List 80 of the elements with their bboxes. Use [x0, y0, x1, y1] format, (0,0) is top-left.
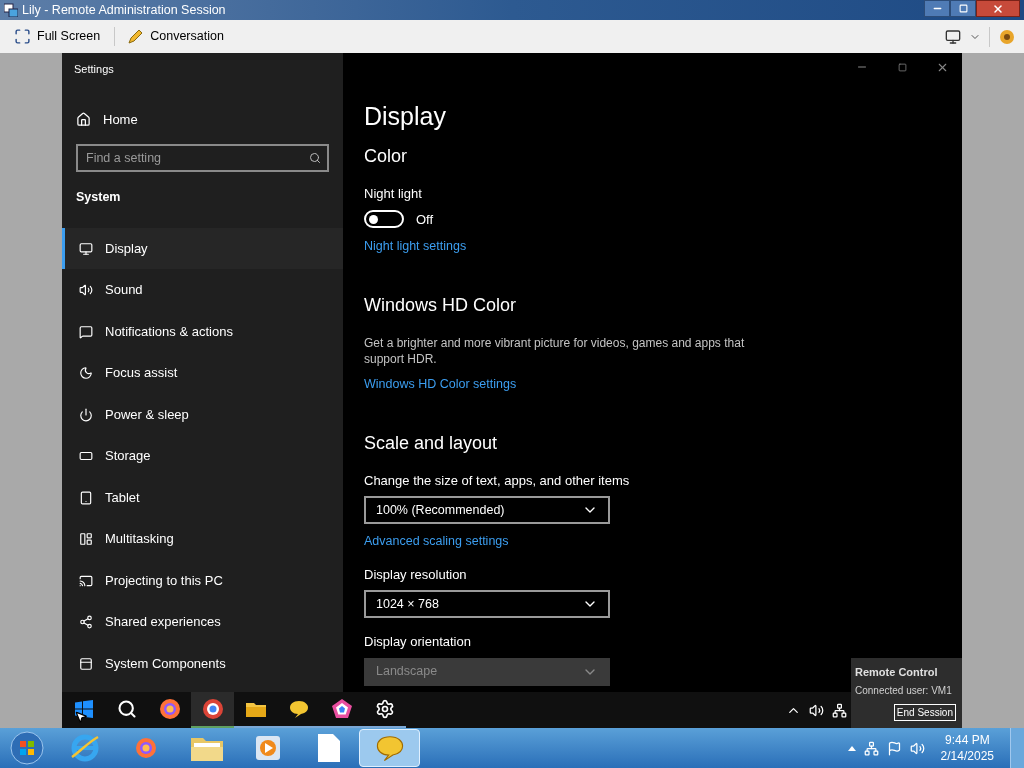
maximize-button[interactable]	[950, 0, 976, 17]
connected-user-text: Connected user: VM1	[855, 683, 953, 698]
pentagon-icon	[330, 698, 353, 720]
clock[interactable]: 9:44 PM 2/14/2025	[932, 732, 1002, 764]
share-icon	[79, 615, 93, 629]
windows-logo-icon	[74, 700, 93, 718]
caret-up-icon[interactable]	[847, 745, 856, 751]
home-nav-item[interactable]: Home	[62, 109, 138, 129]
minimize-button[interactable]	[924, 0, 950, 17]
settings-title: Settings	[73, 62, 115, 77]
settings-link[interactable]: Windows HD Color settings	[364, 374, 517, 394]
windows-orb-icon	[10, 731, 44, 765]
setting-label: Change the size of text, apps, and other items	[364, 471, 631, 490]
document-icon	[317, 734, 340, 762]
nav-item[interactable]: Shared experiences	[62, 601, 343, 643]
nav-item[interactable]: Display	[62, 227, 343, 270]
toggle-state: Off	[416, 210, 434, 229]
panel-icon	[79, 656, 93, 671]
clock-date: 2/14/2025	[940, 748, 994, 764]
taskbar-app[interactable]	[191, 692, 234, 728]
speaker-icon	[79, 283, 93, 297]
close-icon	[992, 2, 1004, 15]
settings-link[interactable]: Night light settings	[364, 237, 467, 256]
maximize-icon	[897, 62, 907, 72]
toolbar-button[interactable]: Full Screen	[8, 27, 107, 46]
nav-item[interactable]: Notifications & actions	[62, 310, 343, 353]
nav-item[interactable]: Focus assist	[62, 352, 343, 394]
section-heading: Color	[364, 145, 408, 168]
cursor-icon	[74, 710, 88, 724]
dropdown[interactable]: 100% (Recommended)	[364, 496, 610, 524]
window-title: Lily - Remote Administration Session	[22, 1, 226, 19]
pencil-icon	[127, 28, 145, 45]
nav-item[interactable]: Projecting to this PC	[62, 559, 343, 602]
network-icon[interactable]	[832, 702, 847, 718]
folder-icon	[190, 735, 223, 761]
speaker-icon[interactable]	[809, 702, 824, 718]
toolbar-button[interactable]: Conversation	[114, 27, 230, 46]
monitor-icon	[79, 241, 93, 256]
settings-link[interactable]: Advanced scaling settings	[364, 532, 509, 551]
nav-item[interactable]: Power & sleep	[62, 393, 343, 436]
nav-item[interactable]: Sound	[62, 269, 343, 311]
dropdown[interactable]: 1024 × 768	[364, 590, 610, 619]
nav-item[interactable]: System Components	[62, 642, 343, 685]
nav-item[interactable]: Storage	[62, 435, 343, 477]
nav-item[interactable]: Multitasking	[62, 518, 343, 560]
home-icon	[76, 111, 91, 127]
popup-title: Remote Control	[855, 665, 939, 680]
search-icon	[309, 152, 321, 164]
page-title: Display	[364, 101, 447, 131]
flag-icon[interactable]	[886, 740, 902, 756]
setting-label: Night light	[364, 185, 423, 203]
folder-icon	[245, 701, 266, 717]
tablet-icon	[79, 490, 93, 505]
fullscreen-icon	[14, 28, 31, 45]
section-heading: Scale and layout	[364, 431, 499, 455]
message-icon	[79, 324, 93, 339]
media-player-icon	[254, 735, 281, 761]
end-session-button[interactable]: End Session	[893, 703, 956, 721]
close-button[interactable]	[976, 0, 1020, 17]
moon-icon	[79, 366, 93, 380]
power-icon	[79, 407, 93, 422]
monitor-icon[interactable]	[945, 28, 961, 45]
description-text: Get a brighter and more vibrant picture for videos, games and apps that support HDR.	[364, 334, 746, 367]
speech-bubble-icon	[288, 699, 309, 719]
setting-label: Display resolution	[364, 565, 468, 584]
app-icon	[4, 3, 18, 17]
clock-time: 9:44 PM	[944, 732, 990, 748]
settings-icon	[374, 699, 395, 719]
nav-item[interactable]: Tablet	[62, 476, 343, 519]
section-heading: Windows HD Color	[364, 293, 518, 317]
toggle-switch[interactable]	[364, 210, 404, 229]
rectangle-icon	[79, 449, 93, 463]
speech-bubble-icon	[374, 734, 405, 762]
panels-icon	[79, 532, 93, 546]
search-field[interactable]: Find a setting	[76, 144, 329, 172]
section-label: System	[75, 189, 122, 206]
cast-icon	[79, 573, 93, 588]
search-icon	[116, 699, 137, 719]
maximize-icon	[958, 4, 968, 13]
setting-label: Display orientation	[364, 633, 472, 652]
